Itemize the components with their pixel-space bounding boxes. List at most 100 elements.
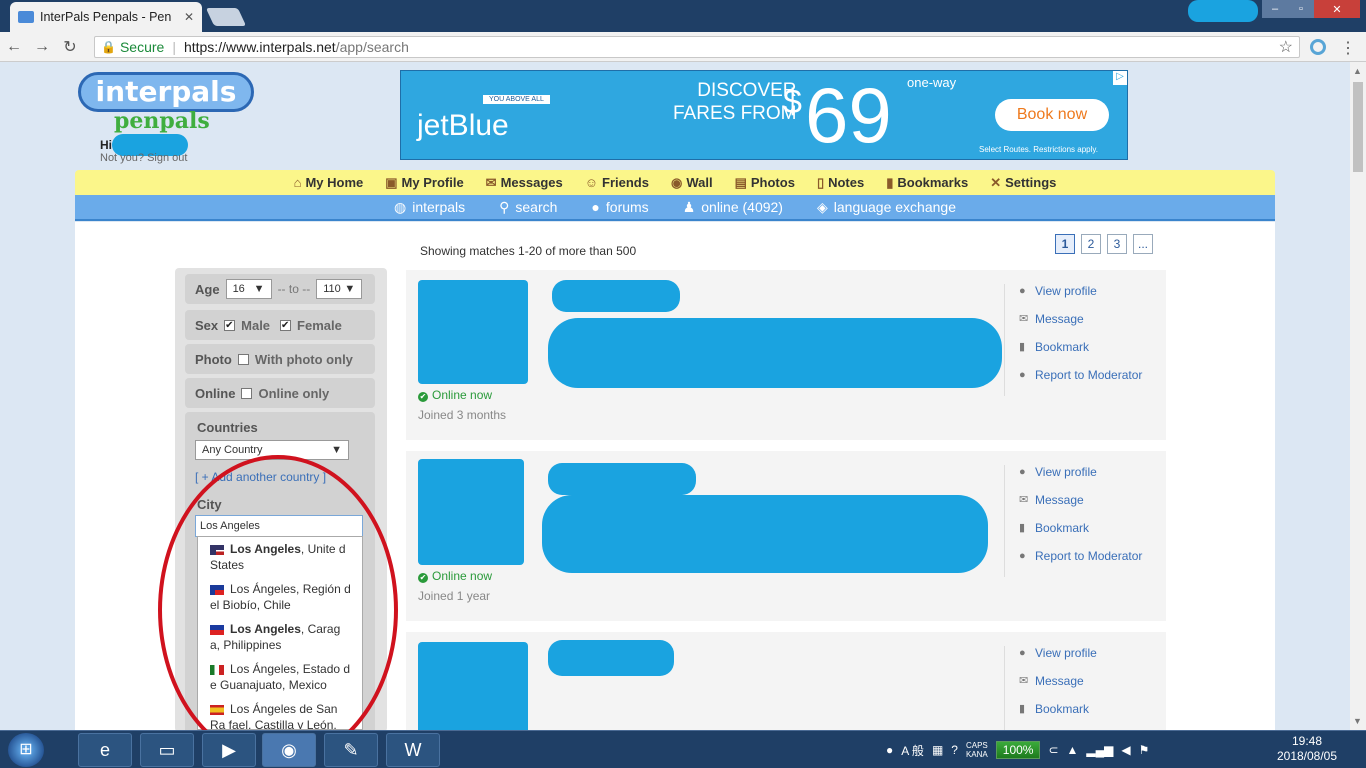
interpals-logo[interactable]: interpals penpals bbox=[78, 72, 254, 142]
city-suggestion[interactable]: Los Angeles, Carag a, Philippines bbox=[198, 617, 362, 657]
nav-my-home[interactable]: ⌂ My Home bbox=[294, 175, 364, 190]
nav-language-exchange[interactable]: ◈ language exchange bbox=[817, 199, 956, 216]
city-suggestion[interactable]: Los Ángeles, Estado d e Guanajuato, Mexi… bbox=[198, 657, 362, 697]
paint-taskbar-icon[interactable]: ✎ bbox=[324, 733, 378, 767]
profile-photo[interactable] bbox=[418, 280, 528, 384]
nav-forums[interactable]: ● forums bbox=[591, 199, 648, 215]
word-taskbar-icon[interactable]: W bbox=[386, 733, 440, 767]
bookmark-link[interactable]: ▮ Bookmark bbox=[1019, 702, 1154, 716]
message-link[interactable]: ✉ Message bbox=[1019, 312, 1154, 326]
message-link[interactable]: ✉ Message bbox=[1019, 493, 1154, 507]
view-profile-link[interactable]: ● View profile bbox=[1019, 465, 1154, 479]
browser-profile-avatar[interactable] bbox=[1188, 0, 1258, 22]
male-checkbox[interactable] bbox=[224, 319, 236, 331]
tray-expand-icon[interactable]: ▲ bbox=[1067, 743, 1079, 757]
tab-title: InterPals Penpals - Pen bbox=[40, 10, 172, 24]
age-from-select[interactable]: 16 ▼ bbox=[225, 279, 272, 299]
female-checkbox[interactable] bbox=[280, 319, 292, 331]
explorer-taskbar-icon[interactable]: ▭ bbox=[140, 733, 194, 767]
start-button[interactable]: ⊞ bbox=[8, 733, 44, 767]
browser-menu-icon[interactable]: ⋮ bbox=[1340, 38, 1356, 58]
help-icon[interactable]: ? bbox=[951, 743, 958, 757]
window-close-button[interactable]: ✕ bbox=[1314, 0, 1360, 18]
age-filter: Age 16 ▼ -- to -- 110 ▼ bbox=[185, 274, 375, 304]
message-link[interactable]: ✉ Message bbox=[1019, 674, 1154, 688]
page-1[interactable]: 1 bbox=[1055, 234, 1075, 254]
redacted-name[interactable] bbox=[552, 280, 680, 312]
page-scrollbar[interactable]: ▲ ▼ bbox=[1350, 62, 1366, 730]
minimize-button[interactable]: – bbox=[1262, 0, 1288, 18]
city-suggestion[interactable]: Los Ángeles, Región d el Biobío, Chile bbox=[198, 577, 362, 617]
nav-online[interactable]: ♟ online (4092) bbox=[683, 199, 783, 216]
nav-my-profile[interactable]: ▣ My Profile bbox=[385, 175, 463, 191]
browser-tab[interactable]: InterPals Penpals - Pen ✕ bbox=[10, 2, 202, 32]
city-input[interactable]: Los Angeles bbox=[195, 515, 363, 537]
country-select[interactable]: Any Country ▼ bbox=[195, 440, 349, 460]
system-clock[interactable]: 19:48 2018/08/05 bbox=[1272, 734, 1342, 764]
ie-taskbar-icon[interactable]: e bbox=[78, 733, 132, 767]
redacted-name[interactable] bbox=[548, 640, 674, 676]
tray-app-icon[interactable]: ● bbox=[886, 743, 893, 757]
report-link[interactable]: ● Report to Moderator bbox=[1019, 368, 1154, 382]
joined-date: Joined 1 year bbox=[418, 589, 491, 603]
photo-only-checkbox[interactable] bbox=[237, 353, 249, 365]
age-to-select[interactable]: 110 ▼ bbox=[316, 279, 363, 299]
nav-friends[interactable]: ☺ Friends bbox=[585, 175, 649, 190]
secure-label: Secure bbox=[119, 39, 165, 55]
city-suggestion[interactable]: Los Angeles, Unite d States bbox=[198, 537, 362, 577]
page-more[interactable]: ... bbox=[1133, 234, 1153, 254]
city-suggestion[interactable]: Los Ángeles de San Ra fael, Castilla y L… bbox=[198, 697, 362, 729]
photos-icon: ▤ bbox=[734, 174, 747, 190]
forums-icon: ● bbox=[591, 199, 600, 215]
card-actions: ● View profile ✉ Message ▮ Bookmark ● Report… bbox=[1004, 465, 1154, 577]
network-icon[interactable]: ▂▄▆ bbox=[1086, 743, 1113, 757]
nav-photos[interactable]: ▤ Photos bbox=[735, 175, 795, 191]
nav-notes[interactable]: ▯ Notes bbox=[817, 175, 864, 191]
scroll-thumb[interactable] bbox=[1353, 82, 1363, 172]
card-actions: ● View profile ✉ Message ▮ Bookmark bbox=[1004, 646, 1154, 730]
book-now-button[interactable]: Book now bbox=[995, 99, 1109, 131]
bookmark-link[interactable]: ▮ Bookmark bbox=[1019, 521, 1154, 535]
url-bar[interactable]: 🔒 Secure | https://www.interpals.net /ap… bbox=[94, 36, 1300, 58]
power-icon[interactable]: ⊂ bbox=[1048, 743, 1058, 757]
battery-indicator[interactable]: 100% bbox=[995, 741, 1041, 759]
profile-photo[interactable] bbox=[418, 459, 524, 565]
forward-arrow-icon[interactable]: → bbox=[28, 38, 56, 56]
view-profile-link[interactable]: ● View profile bbox=[1019, 284, 1154, 298]
sign-out-link[interactable]: Not you? Sign out bbox=[100, 152, 187, 164]
nav-settings[interactable]: ✕ Settings bbox=[990, 175, 1056, 191]
online-status: ✔ Online now bbox=[418, 388, 493, 402]
online-only-checkbox[interactable] bbox=[241, 387, 253, 399]
ad-info-icon[interactable]: ▷ bbox=[1113, 71, 1127, 85]
nav-interpals[interactable]: ◍ interpals bbox=[394, 199, 465, 216]
nav-bookmarks[interactable]: ▮ Bookmarks bbox=[886, 175, 968, 191]
report-link[interactable]: ● Report to Moderator bbox=[1019, 549, 1154, 563]
tray-tool-icon[interactable]: ▦ bbox=[932, 743, 943, 757]
envelope-icon: ✉ bbox=[1019, 313, 1029, 325]
chrome-taskbar-icon[interactable]: ◉ bbox=[262, 733, 316, 767]
close-tab-icon[interactable]: ✕ bbox=[184, 10, 194, 24]
page-3[interactable]: 3 bbox=[1107, 234, 1127, 254]
page-2[interactable]: 2 bbox=[1081, 234, 1101, 254]
media-taskbar-icon[interactable]: ▶ bbox=[202, 733, 256, 767]
add-country-link[interactable]: [ + Add another country ] bbox=[195, 470, 326, 484]
maximize-button[interactable]: ▫ bbox=[1288, 0, 1314, 18]
nav-wall[interactable]: ◉ Wall bbox=[671, 175, 713, 191]
bookmark-link[interactable]: ▮ Bookmark bbox=[1019, 340, 1154, 354]
joined-date: Joined 3 months bbox=[418, 408, 507, 422]
jetblue-ad-banner[interactable]: YOU ABOVE ALL jetBlue DISCOVER FARES FRO… bbox=[400, 70, 1128, 160]
volume-icon[interactable]: ◀ bbox=[1121, 743, 1130, 757]
view-profile-link[interactable]: ● View profile bbox=[1019, 646, 1154, 660]
nav-messages[interactable]: ✉ Messages bbox=[486, 175, 563, 191]
new-tab-button[interactable] bbox=[205, 8, 247, 26]
action-center-icon[interactable]: ⚑ bbox=[1139, 743, 1150, 757]
reload-icon[interactable]: ↻ bbox=[56, 37, 84, 57]
dropdown-arrow-icon: ▼ bbox=[253, 283, 265, 295]
nav-search[interactable]: ⚲ search bbox=[499, 199, 557, 216]
bookmark-star-icon[interactable]: ☆ bbox=[1279, 37, 1293, 57]
redacted-name[interactable] bbox=[548, 463, 696, 495]
extension-icon[interactable] bbox=[1310, 39, 1326, 55]
back-arrow-icon[interactable]: ← bbox=[0, 38, 28, 56]
profile-photo[interactable] bbox=[418, 642, 528, 730]
ime-indicator[interactable]: A 般 bbox=[901, 742, 924, 759]
